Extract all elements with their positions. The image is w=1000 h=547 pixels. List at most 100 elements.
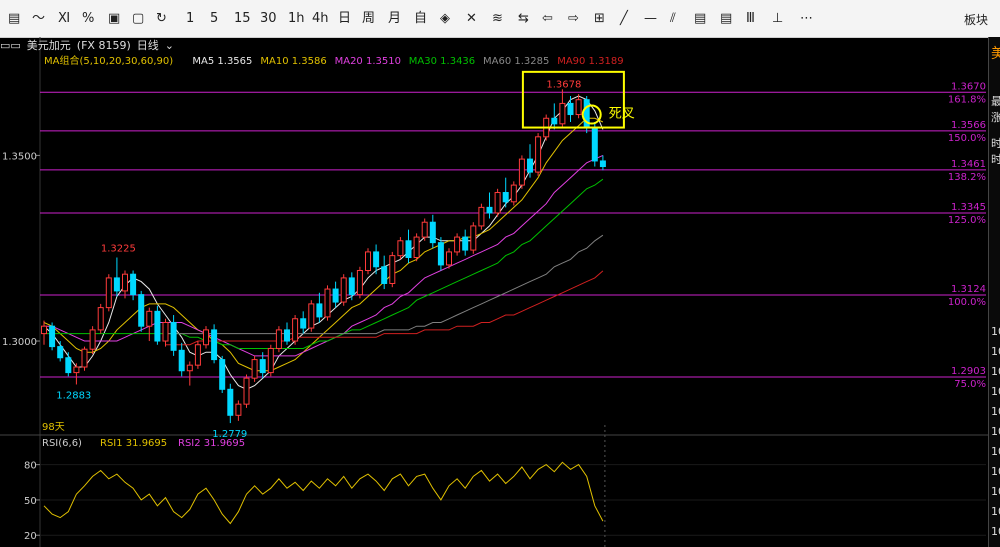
right-panel-item-8: 10 (991, 385, 1000, 398)
candle-body-50 (446, 251, 452, 266)
candle-body-6 (89, 329, 96, 350)
candle-body-18 (186, 364, 193, 372)
toolbar-button-14[interactable]: 周 (362, 11, 375, 27)
candle-body-49 (437, 242, 444, 266)
toolbar-button-9[interactable]: 15 (234, 11, 251, 27)
days-label: 98天 (42, 422, 65, 433)
right-panel-item-6: 10 (991, 345, 1000, 358)
candle-body-63 (551, 117, 558, 125)
candle-body-57 (502, 192, 509, 203)
candle-body-12 (138, 294, 145, 327)
toolbar-button-13[interactable]: 日 (338, 11, 351, 27)
candle-body-21 (211, 329, 218, 361)
toolbar-button-3[interactable]: % (82, 11, 94, 27)
toolbar-button-6[interactable]: ↻ (156, 11, 167, 27)
fib-pct-label-5: 75.0% (954, 379, 986, 390)
candle-body-48 (429, 221, 436, 244)
toolbar-button-31[interactable]: ⋯ (800, 11, 813, 27)
candle-body-30 (284, 329, 290, 342)
symbol-name[interactable]: 美元加元 (27, 39, 71, 52)
toolbar-button-12[interactable]: 4h (312, 11, 329, 27)
toolbar-button-7[interactable]: 1 (186, 11, 194, 27)
candle-body-64 (559, 102, 566, 125)
candle-body-24 (235, 403, 242, 416)
toolbar-button-21[interactable]: ⇦ (542, 11, 553, 27)
candle-body-29 (275, 329, 282, 349)
fib-price-label-0: 1.3670 (951, 81, 986, 92)
candle-body-8 (105, 277, 112, 309)
chart-area: 1.3500 1.3000 1.3670 161.8% 1.3566 150.0% 1.34… (0, 37, 988, 547)
toolbar-button-0[interactable]: ▤ (8, 11, 20, 27)
legend-ma90: MA90 1.3189 (557, 56, 623, 67)
candle-body-26 (251, 359, 258, 379)
chevron-down-icon[interactable]: ⌄ (165, 39, 174, 52)
toolbar-button-15[interactable]: 月 (388, 11, 401, 27)
rsi-title: RSI(6,6) (42, 438, 82, 449)
symbol-code: (FX 8159) (76, 39, 131, 52)
toolbar-button-29[interactable]: Ⅲ (746, 11, 755, 27)
rsi-line (43, 461, 604, 525)
toolbar-button-5[interactable]: ▢ (132, 11, 144, 27)
candle-body-61 (535, 136, 542, 173)
period-selector[interactable]: 日线 (137, 39, 159, 52)
candle-body-2 (57, 346, 64, 359)
candle-body-14 (154, 310, 161, 342)
candle-body-60 (527, 158, 533, 173)
candle-body-25 (243, 377, 250, 405)
fib-price-label-2: 1.3461 (951, 159, 986, 170)
candle-body-5 (81, 348, 88, 368)
candle-body-15 (162, 321, 169, 342)
toolbar-button-19[interactable]: ≋ (492, 11, 503, 27)
candle-body-1 (49, 325, 56, 348)
y-tick-label-1: 1.3000 (2, 337, 37, 348)
rsi-tick-label-0: 80 (24, 461, 37, 472)
candle-body-68 (591, 127, 598, 162)
candle-body-32 (300, 318, 307, 329)
rsi-tick-label-2: 20 (24, 531, 37, 542)
right-panel-item-2: 涨 (991, 111, 1000, 124)
chart-titlebar: ▭▭ 美元加元 (FX 8159) 日线 ⌄ (0, 37, 990, 52)
candle-body-20 (203, 329, 209, 346)
fib-pct-label-1: 150.0% (948, 133, 986, 144)
low-left-label: 1.2883 (56, 390, 91, 401)
peak-left-label: 1.3225 (101, 243, 136, 254)
candle-body-22 (219, 359, 226, 390)
expand-icon[interactable]: ▭▭ (0, 39, 21, 52)
candle-body-7 (97, 307, 104, 331)
fib-price-label-1: 1.3566 (951, 120, 986, 131)
right-panel: 美最涨时时 10 10 10 10 10 10 10 10 10 10 10 (988, 37, 1000, 547)
toolbar-button-30[interactable]: ⊥ (772, 11, 783, 27)
candle-body-66 (575, 99, 582, 116)
toolbar-button-4[interactable]: ▣ (108, 11, 120, 27)
candle-body-53 (470, 225, 477, 251)
fib-price-label-3: 1.3345 (951, 202, 986, 213)
candle-body-69 (599, 160, 606, 168)
right-panel-item-11: 10 (991, 445, 1000, 458)
toolbar-button-27[interactable]: ▤ (694, 11, 706, 27)
toolbar-button-20[interactable]: ⇆ (518, 11, 529, 27)
right-panel-item-10: 10 (991, 425, 1000, 438)
right-panel-item-5: 10 (991, 325, 1000, 338)
toolbar-button-28[interactable]: ▤ (720, 11, 732, 27)
toolbar-button-18[interactable]: ✕ (466, 11, 477, 27)
toolbar-button-16[interactable]: 自 (414, 11, 427, 27)
toolbar-button-8[interactable]: 5 (210, 11, 218, 27)
toolbar-button-26[interactable]: ⫽ (670, 11, 676, 27)
fib-price-label-4: 1.3124 (951, 284, 986, 295)
candle-body-46 (413, 236, 420, 258)
toolbar-button-25[interactable]: — (644, 11, 657, 27)
toolbar-button-23[interactable]: ⊞ (594, 11, 605, 27)
sector-button[interactable]: 板块 (964, 11, 988, 28)
right-panel-item-14: 10 (991, 505, 1000, 518)
legend-ma_group: MA组合(5,10,20,30,60,90) (44, 54, 173, 67)
toolbar-button-2[interactable]: Ⅺ (58, 11, 70, 27)
toolbar-button-1[interactable]: 〜 (32, 11, 45, 27)
toolbar-button-22[interactable]: ⇨ (568, 11, 579, 27)
toolbar-button-24[interactable]: ╱ (620, 11, 628, 27)
toolbar-button-17[interactable]: ◈ (440, 11, 450, 27)
toolbar-button-10[interactable]: 30 (260, 11, 277, 27)
right-panel-item-9: 10 (991, 405, 1000, 418)
rsi-tick-label-1: 50 (24, 496, 37, 507)
toolbar-button-11[interactable]: 1h (288, 11, 305, 27)
candle-body-3 (65, 357, 72, 374)
